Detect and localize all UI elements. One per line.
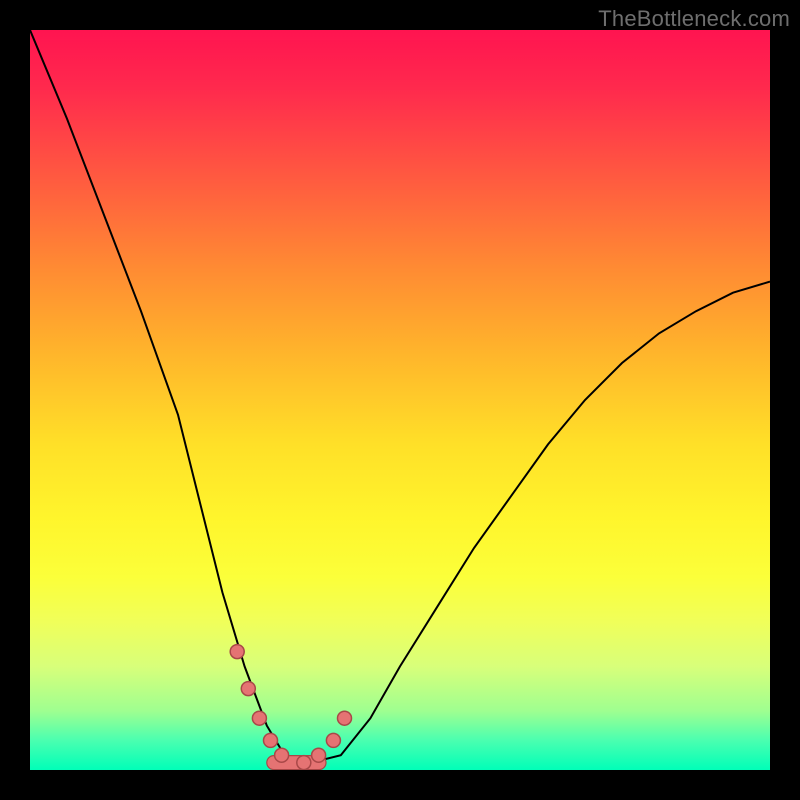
watermark-text: TheBottleneck.com — [598, 6, 790, 32]
marker-point — [326, 733, 340, 747]
marker-point — [312, 748, 326, 762]
marker-group — [230, 645, 351, 770]
marker-point — [338, 711, 352, 725]
bottleneck-curve — [30, 30, 770, 770]
marker-point — [252, 711, 266, 725]
marker-point — [264, 733, 278, 747]
marker-point — [230, 645, 244, 659]
marker-point — [275, 748, 289, 762]
plot-area — [30, 30, 770, 770]
curve-path — [30, 30, 770, 763]
marker-point — [241, 682, 255, 696]
chart-frame: TheBottleneck.com — [0, 0, 800, 800]
marker-point — [297, 756, 311, 770]
